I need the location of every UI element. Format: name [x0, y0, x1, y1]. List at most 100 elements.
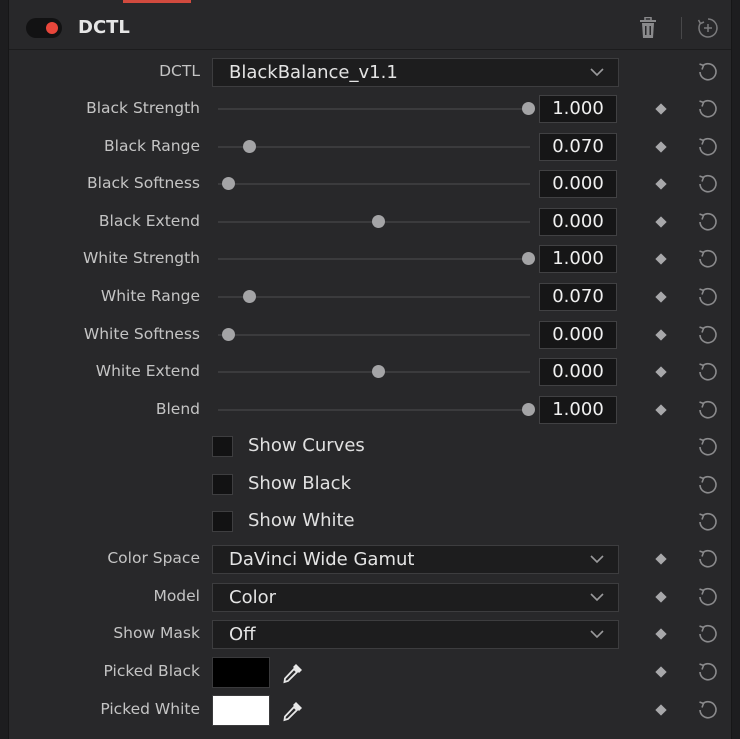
value-field[interactable]: 0.070	[539, 132, 617, 161]
select-dropdown[interactable]: Color	[212, 582, 619, 612]
slider-row: Black Extend 0.000	[9, 205, 731, 239]
slider-track[interactable]	[218, 139, 530, 153]
slider-knob[interactable]	[372, 214, 385, 228]
keyframe-diamond-icon[interactable]	[655, 590, 667, 603]
keyframe-diamond-icon[interactable]	[655, 703, 667, 716]
slider-row: White Softness 0.000	[9, 318, 731, 352]
add-node-icon[interactable]	[697, 17, 719, 39]
slider-knob[interactable]	[522, 402, 535, 416]
select-dropdown[interactable]: DaVinci Wide Gamut	[212, 545, 619, 574]
color-swatch[interactable]	[212, 694, 270, 726]
reset-icon[interactable]	[697, 286, 719, 308]
keyframe-diamond-icon[interactable]	[655, 103, 667, 115]
chevron-down-icon	[590, 555, 604, 564]
reset-icon[interactable]	[697, 399, 719, 421]
value-field[interactable]: 1.000	[539, 395, 617, 424]
keyframe-diamond-icon[interactable]	[655, 628, 667, 640]
dropdown-row: Model Color	[9, 580, 731, 614]
eyedropper-icon[interactable]	[281, 661, 305, 685]
reset-icon[interactable]	[697, 173, 719, 195]
keyframe-diamond-icon[interactable]	[655, 404, 667, 416]
checkbox[interactable]	[212, 511, 233, 533]
checkbox[interactable]	[212, 473, 233, 495]
reset-icon[interactable]	[697, 136, 719, 158]
reset-icon[interactable]	[697, 661, 719, 683]
reset-icon[interactable]	[697, 61, 719, 83]
keyframe-diamond-icon[interactable]	[655, 366, 667, 378]
checkbox-label[interactable]: Show Curves	[248, 435, 365, 456]
slider-label: White Strength	[82, 249, 200, 268]
value-field[interactable]: 0.000	[539, 207, 617, 236]
checkbox-label[interactable]: Show White	[248, 510, 355, 531]
trash-icon[interactable]	[639, 17, 657, 39]
keyframe-diamond-icon[interactable]	[655, 553, 667, 565]
slider-label: Black Softness	[87, 174, 200, 193]
slider-knob[interactable]	[372, 365, 385, 379]
header-separator	[681, 17, 682, 39]
slider-track[interactable]	[218, 177, 530, 191]
dropdown-value: Off	[229, 624, 256, 646]
slider-knob[interactable]	[243, 290, 256, 303]
chevron-down-icon	[590, 630, 604, 639]
reset-icon[interactable]	[697, 98, 719, 120]
select-dropdown[interactable]: Off	[212, 620, 619, 650]
slider-knob[interactable]	[522, 252, 535, 266]
keyframe-diamond-icon[interactable]	[655, 140, 667, 153]
reset-icon[interactable]	[697, 511, 719, 533]
color-swatch[interactable]	[212, 657, 270, 688]
slider-row: White Range 0.070	[9, 280, 731, 314]
reset-icon[interactable]	[697, 623, 719, 645]
reset-icon[interactable]	[697, 324, 719, 346]
enable-toggle[interactable]	[26, 18, 62, 38]
reset-icon[interactable]	[697, 248, 719, 270]
value-field[interactable]: 0.000	[539, 170, 617, 199]
slider-knob[interactable]	[222, 327, 235, 341]
slider-label: Black Range	[104, 136, 200, 155]
value-field[interactable]: 0.000	[539, 358, 617, 387]
dropdown-label: Show Mask	[113, 624, 200, 643]
reset-icon[interactable]	[697, 474, 719, 496]
keyframe-diamond-icon[interactable]	[655, 253, 667, 266]
eyedropper-icon[interactable]	[281, 699, 305, 723]
dropdown-value: DaVinci Wide Gamut	[229, 549, 415, 570]
slider-track[interactable]	[218, 290, 530, 303]
value-field[interactable]: 1.000	[539, 245, 617, 274]
slider-knob[interactable]	[522, 102, 535, 115]
dropdown-value: Color	[229, 586, 276, 608]
slider-track[interactable]	[218, 252, 535, 266]
value-field[interactable]: 1.000	[539, 95, 617, 123]
checkbox-row: Show Curves	[9, 430, 731, 464]
slider-knob[interactable]	[222, 177, 235, 191]
slider-row: Black Strength 1.000	[9, 92, 731, 126]
checkbox[interactable]	[212, 436, 233, 457]
dctl-dropdown[interactable]: BlackBalance_v1.1	[212, 58, 619, 87]
slider-track[interactable]	[218, 214, 530, 228]
value-field[interactable]: 0.000	[539, 320, 617, 349]
panel-header: DCTL	[9, 3, 731, 50]
reset-icon[interactable]	[697, 699, 719, 721]
slider-track[interactable]	[218, 327, 530, 341]
slider-row: Blend 1.000	[9, 393, 731, 427]
slider-track[interactable]	[218, 102, 535, 115]
keyframe-diamond-icon[interactable]	[655, 178, 667, 190]
dropdown-label: Color Space	[107, 549, 200, 567]
slider-track[interactable]	[218, 402, 535, 416]
slider-label: White Softness	[83, 324, 200, 343]
picker-row: Picked Black	[9, 655, 731, 689]
reset-icon[interactable]	[697, 586, 719, 608]
keyframe-diamond-icon[interactable]	[655, 666, 667, 678]
slider-knob[interactable]	[243, 139, 256, 153]
reset-icon[interactable]	[697, 548, 719, 570]
keyframe-diamond-icon[interactable]	[655, 291, 667, 303]
keyframe-diamond-icon[interactable]	[655, 216, 667, 228]
checkbox-row: Show White	[9, 505, 731, 539]
checkbox-label[interactable]: Show Black	[248, 473, 351, 494]
reset-icon[interactable]	[697, 361, 719, 383]
panel-title: DCTL	[78, 17, 130, 38]
keyframe-diamond-icon[interactable]	[655, 328, 667, 341]
slider-track[interactable]	[218, 365, 530, 379]
reset-icon[interactable]	[697, 436, 719, 458]
value-field[interactable]: 0.070	[539, 283, 617, 311]
dctl-row: DCTL BlackBalance_v1.1	[9, 55, 731, 89]
reset-icon[interactable]	[697, 211, 719, 233]
